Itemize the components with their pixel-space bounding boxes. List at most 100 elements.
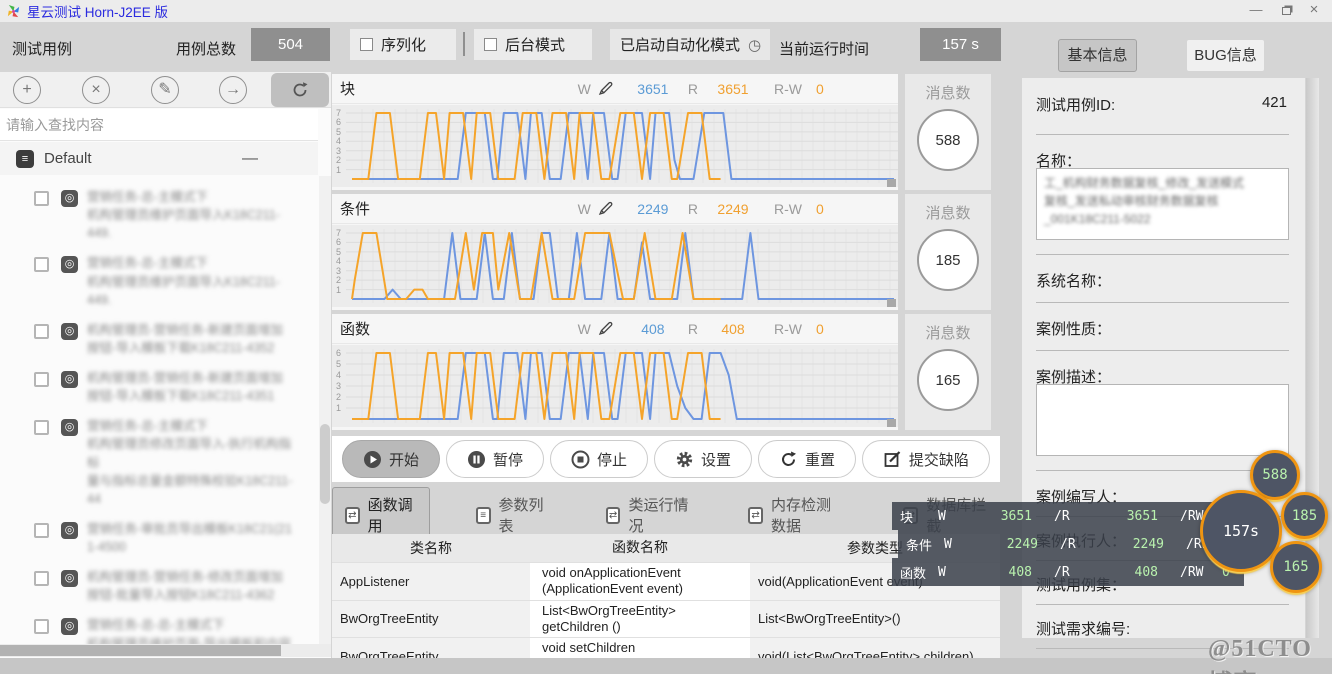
tree-item-checkbox[interactable] (34, 372, 49, 387)
tree-item-checkbox[interactable] (34, 571, 49, 587)
background-mode-checkbox-group[interactable]: 后台模式 (474, 29, 592, 60)
tree-item-checkbox[interactable] (34, 323, 49, 339)
tree-item-checkbox[interactable] (34, 191, 49, 206)
field-divider (1036, 254, 1289, 255)
case-icon: ◎ (61, 371, 78, 388)
refresh-button[interactable] (271, 73, 329, 107)
y-axis-tick: 3 (336, 381, 342, 391)
window-minimize-icon[interactable]: — (1242, 0, 1270, 22)
chart-scrollbar[interactable] (332, 299, 898, 310)
tree-item[interactable]: ◎ 营销任务-总-主模式下 机构管理员维护页面导入K18C211-449. (0, 188, 318, 242)
r-key: /R (1054, 564, 1070, 580)
add-icon[interactable]: + (13, 76, 41, 104)
pencil-icon[interactable] (597, 200, 614, 217)
rw-key-label: R-W (774, 320, 802, 337)
field-divider (1036, 350, 1289, 351)
runtime-label: 当前运行时间 (779, 41, 870, 58)
case-name-box[interactable]: 工_机构财务数据复核_修改_发送模式 复核_发送私动审核财务数据复核 _001K… (1036, 168, 1289, 240)
edit-icon[interactable]: ✎ (151, 76, 179, 104)
tree-item-label: 机构管理员-营销任务-新建页面增加 按钮-导入模板下载K18C211-4352 (87, 322, 283, 355)
tree-item-label: 机构管理员-营销任务-修改页面增加 按钮-批量导入按钮K18C211-4362 (87, 570, 283, 603)
tree-item-checkbox[interactable] (34, 619, 49, 635)
serialize-checkbox-group[interactable]: 序列化 (350, 29, 456, 60)
search-input[interactable] (0, 109, 318, 141)
edit-button[interactable]: 提交缺陷 (861, 440, 990, 478)
basic-info-button[interactable]: 基本信息 (1058, 39, 1137, 72)
tree-item[interactable]: ◎ 营销任务-总-总-主模式下 机构管理员维护页面-导出模板和内容 导出一图K18… (0, 616, 318, 644)
scroll-thumb[interactable] (0, 645, 281, 656)
case-nature-label: 案例性质： (1036, 321, 1112, 338)
sidebar-horizontal-scrollbar[interactable] (0, 644, 331, 657)
serialize-checkbox[interactable] (360, 38, 373, 51)
reset-button[interactable]: 重置 (757, 440, 856, 478)
case-name-text: 工_机构财务数据复核_修改_发送模式 复核_发送私动审核财务数据复核 _001K… (1044, 176, 1245, 226)
case-desc-box[interactable] (1036, 384, 1289, 456)
chart-title: 函数 (340, 321, 371, 338)
read-count-value: 3651 (717, 80, 749, 97)
gear-button[interactable]: 设置 (653, 440, 752, 478)
window-maximize-icon[interactable] (1272, 0, 1300, 22)
stats-tooltip-row: 块W3651/R3651/RW0 (892, 502, 1244, 530)
play-icon (363, 450, 382, 469)
tree-item-label: 营销任务-总-总-主模式下 机构管理员维护页面-导出模板和内容 导出一图K18C… (87, 618, 292, 644)
w-key: W (938, 508, 946, 524)
sidebar-vertical-scrollbar[interactable] (319, 176, 331, 644)
rw-count-value: 0 (816, 320, 824, 337)
pencil-icon[interactable] (597, 320, 614, 337)
case-icon: ◎ (61, 190, 78, 207)
pencil-icon[interactable] (597, 80, 614, 97)
table-row[interactable]: BwOrgTreeEntity void setChildren (List<Bw… (332, 638, 1000, 658)
stop-button[interactable]: 停止 (549, 440, 648, 478)
chart-scrollbar[interactable] (332, 419, 898, 430)
tree-item-checkbox[interactable] (34, 257, 49, 273)
auto-mode-status: 已启动自动化模式 ◷ (610, 29, 770, 60)
remove-icon[interactable]: × (82, 76, 110, 104)
table-cell: List<BwOrgTreeEntity> getChildren () (530, 600, 750, 637)
stat-bubble[interactable]: 185 (1281, 492, 1328, 539)
write-count-value: 2249 (637, 200, 669, 217)
case-total-label: 用例总数 (176, 41, 237, 58)
stat-bubble[interactable]: 157s (1200, 490, 1282, 572)
tree-item[interactable]: ◎ 营销任务-总-主模式下 机构管理员维护页面导入K18C211-449. (0, 254, 318, 308)
play-button[interactable]: 开始 (342, 440, 441, 478)
chart-scrollbar[interactable] (332, 179, 898, 190)
chart-panel-条件: 条件 W 2249 R 2249 R-W 0 7 6 5 4 3 2 1 (332, 194, 898, 310)
background-mode-checkbox[interactable] (484, 38, 497, 51)
case-tree: ◎ 营销任务-总-主模式下 机构管理员维护页面导入K18C211-449. ◎ 营销任… (0, 176, 318, 644)
reset-icon (779, 450, 798, 469)
pause-icon (467, 450, 486, 469)
read-key-label: R (687, 200, 698, 217)
rw-count-value: 0 (816, 200, 824, 217)
column-header: 函数名称 (530, 534, 750, 562)
chart-header: 块 W 3651 R 3651 R-W 0 (332, 74, 898, 104)
y-axis-tick: 1 (336, 284, 342, 295)
system-name-label: 系统名称： (1036, 273, 1112, 290)
tab-label: 函数调用 (367, 497, 413, 535)
w-key: W (944, 536, 952, 552)
bug-info-button[interactable]: BUG信息 (1186, 39, 1265, 72)
collapse-icon[interactable]: — (242, 150, 258, 168)
chart-panel-块: 块 W 3651 R 3651 R-W 0 7 6 5 4 3 2 1 (332, 74, 898, 190)
tree-item[interactable]: ◎ 机构管理员-营销任务-新建页面增加 按钮-导入模板下载K18C211-4352 (0, 321, 318, 357)
message-count-value: 185 (917, 229, 979, 291)
y-axis-tick: 1 (336, 164, 342, 175)
tree-item[interactable]: ◎ 营销任务-审批员导出模板K18C21(21 1-4500 (0, 520, 318, 556)
stat-bubble[interactable]: 165 (1270, 541, 1322, 593)
tree-item[interactable]: ◎ 机构管理员-营销任务-修改页面增加 按钮-批量导入按钮K18C211-4362 (0, 568, 318, 604)
table-row[interactable]: BwOrgTreeEntity List<BwOrgTreeEntity> get… (332, 600, 1000, 638)
bottom-strip (0, 658, 1332, 674)
tree-item[interactable]: ◎ 营销任务-总-主模式下 机构管理员修改页面导入-执行机构指标 量与指标总量金额… (0, 417, 318, 508)
tree-group-default[interactable]: ≡ Default — (0, 142, 318, 175)
tree-item[interactable]: ◎ 机构管理员-营销任务-新建页面增加 按钮-导入模板下载K18C211-4351 (0, 369, 318, 405)
chart-header: 条件 W 2249 R 2249 R-W 0 (332, 194, 898, 224)
scroll-thumb[interactable] (320, 424, 330, 504)
pause-button[interactable]: 暂停 (445, 440, 544, 478)
sidebar: + × ✎ → ≡ Default — ◎ 营销任务-总-主模式下 机构管理员维护… (0, 72, 331, 658)
column-header: 类名称 (332, 534, 530, 562)
export-icon[interactable]: → (219, 76, 247, 104)
swap-icon: ⇄ (345, 506, 360, 524)
window-close-icon[interactable]: × (1300, 0, 1328, 22)
button-label: 重置 (804, 451, 835, 469)
tree-item-checkbox[interactable] (34, 522, 49, 538)
tree-item-checkbox[interactable] (34, 420, 49, 436)
